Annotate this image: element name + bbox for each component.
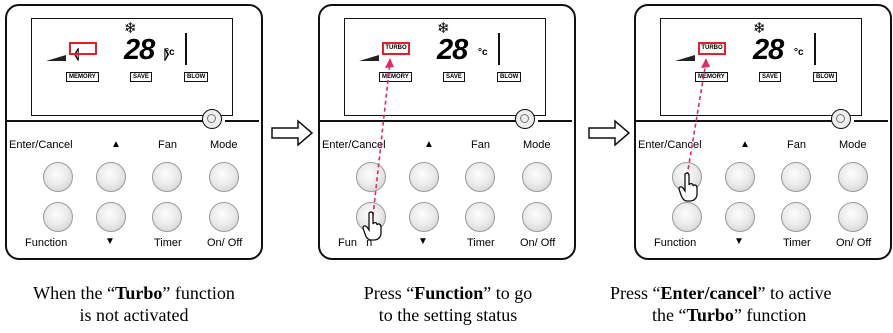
fan-label: Fan [158, 139, 177, 151]
caption-text: Press “ [363, 283, 415, 303]
caption-text: ” function [162, 283, 235, 303]
up-label: ▲ [111, 139, 121, 150]
function-label: Function [25, 237, 68, 249]
pointing-hand-icon [362, 211, 382, 241]
controller-panel-2: ❄ 28 °c TURBO MEMORY SAVE BLOW Enter/Can… [318, 4, 576, 260]
dashed-arrow-icon [686, 58, 710, 177]
fan-speed-right-icon: ⦊ [164, 45, 170, 61]
pointing-hand-icon [678, 172, 698, 202]
down-button[interactable] [96, 202, 126, 232]
temperature-readout: 28 [124, 34, 155, 66]
right-arrow-icon [588, 119, 631, 147]
on-off-label: On/ Off [207, 237, 243, 249]
mode-label: Mode [210, 139, 238, 151]
lcd-divider [185, 33, 187, 65]
save-indicator: SAVE [130, 72, 152, 82]
caption-bold: Enter/cancel [660, 283, 758, 303]
caption-text: ” to active [757, 283, 832, 303]
memory-indicator: MEMORY [66, 72, 99, 82]
caption-line2: is not activated [79, 305, 189, 325]
sensor-knob-icon [202, 109, 222, 129]
right-arrow-icon [271, 119, 314, 147]
caption-panel-3: Press “Enter/cancel” to active the “Turb… [610, 282, 893, 326]
enter-cancel-label: Enter/Cancel [9, 139, 73, 151]
timer-button[interactable] [152, 202, 182, 232]
fan-button[interactable] [152, 162, 182, 192]
enter-cancel-button[interactable] [43, 162, 73, 192]
blow-indicator: BLOW [184, 72, 209, 82]
caption-panel-2: Press “Function” to go to the setting st… [298, 282, 598, 326]
down-label: ▼ [105, 236, 115, 247]
mode-button[interactable] [209, 162, 239, 192]
panel-divider-line [5, 120, 210, 122]
caption-text: Press “ [610, 283, 661, 303]
panel-divider-line [225, 120, 259, 122]
lcd-display: ❄ ⦉ 28 °c ⦊ MEMORY SAVE BLOW [31, 18, 233, 116]
caption-text: ” to go [483, 283, 533, 303]
caption-line2: the “ [652, 305, 687, 325]
caption-bold: Function [414, 283, 484, 303]
caption-bold: Turbo [686, 305, 734, 325]
on-off-button[interactable] [209, 202, 239, 232]
caption-text: When the “ [33, 283, 116, 303]
function-button[interactable] [43, 202, 73, 232]
caption-panel-1: When the “Turbo” function is not activat… [0, 282, 284, 326]
caption-bold: Turbo [115, 283, 163, 303]
up-button[interactable] [96, 162, 126, 192]
controller-panel-1: ❄ ⦉ 28 °c ⦊ MEMORY SAVE BLOW Enter/Cance… [5, 4, 263, 260]
dashed-arrow-icon [372, 58, 394, 217]
fan-level-triangle-icon [46, 55, 66, 61]
turbo-indicator-box [69, 42, 97, 55]
caption-line2: to the setting status [378, 305, 518, 325]
controller-panel-3: ❄ 28 °c TURBO MEMORY SAVE BLOW Enter/Can… [634, 4, 892, 260]
caption-text: ” function [733, 305, 807, 325]
timer-label: Timer [154, 237, 182, 249]
